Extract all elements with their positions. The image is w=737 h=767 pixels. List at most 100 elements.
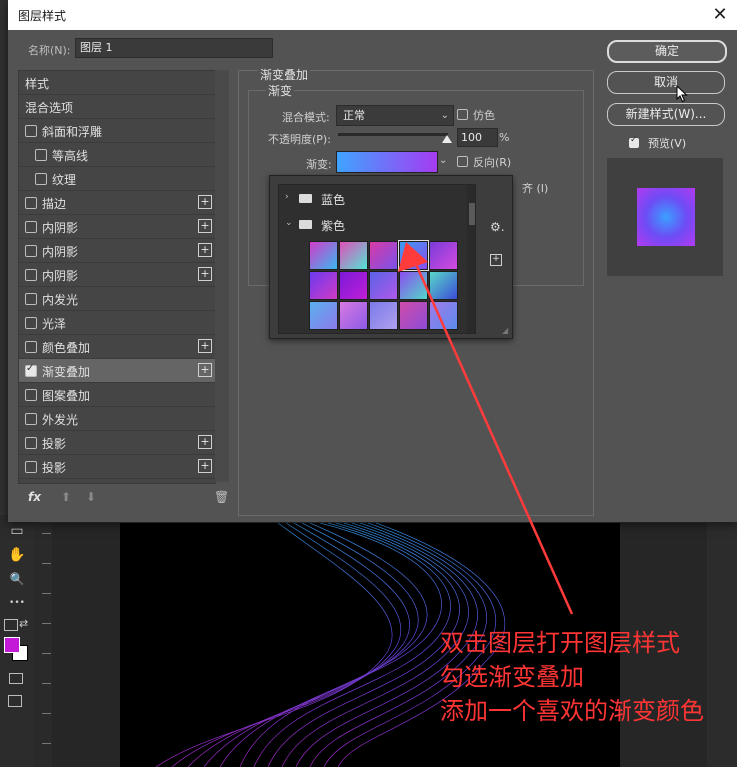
- gradient-preset-swatch[interactable]: [309, 301, 338, 330]
- hand-tool-icon[interactable]: ✋: [6, 545, 28, 565]
- style-list-scrollbar[interactable]: [215, 70, 229, 482]
- move-down-icon[interactable]: ⬇: [86, 490, 96, 504]
- style-list-item[interactable]: 投影 +: [19, 431, 215, 455]
- style-list-item[interactable]: 投影 +: [19, 455, 215, 479]
- style-item-label: 渐变叠加: [42, 365, 91, 379]
- gradient-preset-swatch[interactable]: [309, 241, 338, 270]
- close-icon[interactable]: ✕: [708, 3, 732, 27]
- fx-icon[interactable]: fx: [28, 490, 41, 504]
- style-checkbox[interactable]: [25, 293, 37, 305]
- style-checkbox[interactable]: [25, 125, 37, 137]
- style-checkbox[interactable]: [25, 437, 37, 449]
- new-style-button[interactable]: 新建样式(W)...: [607, 103, 725, 126]
- dialog-title: 图层样式: [18, 9, 67, 23]
- foreground-color-swatch[interactable]: [4, 637, 20, 653]
- picker-scrollbar-thumb[interactable]: [469, 203, 475, 225]
- gradient-preset-swatch[interactable]: [429, 301, 458, 330]
- style-list-item[interactable]: 外发光: [19, 407, 215, 431]
- style-list-item[interactable]: 内阴影 +: [19, 215, 215, 239]
- folder-blue[interactable]: › 蓝色: [279, 187, 461, 211]
- add-preset-icon[interactable]: +: [490, 254, 502, 266]
- more-tools-icon[interactable]: •••: [6, 593, 28, 613]
- style-list-item[interactable]: 等高线: [19, 143, 215, 167]
- style-list-item[interactable]: 光泽: [19, 311, 215, 335]
- dialog-titlebar[interactable]: 图层样式 ✕: [8, 0, 737, 30]
- gradient-preset-swatch[interactable]: [429, 241, 458, 270]
- gradient-preset-swatch[interactable]: [398, 240, 429, 271]
- trash-icon[interactable]: 🗑: [214, 490, 229, 504]
- add-effect-icon[interactable]: +: [198, 267, 212, 281]
- gradient-preset-swatch[interactable]: [399, 271, 428, 300]
- reverse-checkbox[interactable]: [457, 156, 468, 167]
- opacity-slider[interactable]: [338, 133, 448, 136]
- style-list-item[interactable]: 内阴影 +: [19, 263, 215, 287]
- gradient-preset-swatch[interactable]: [369, 301, 398, 330]
- style-checkbox[interactable]: [25, 197, 37, 209]
- default-colors-icon[interactable]: [4, 619, 18, 631]
- style-checkbox[interactable]: [25, 245, 37, 257]
- style-checkbox[interactable]: [25, 269, 37, 281]
- gradient-preset-swatch[interactable]: [339, 241, 368, 270]
- cancel-button[interactable]: 取消: [607, 71, 725, 94]
- quick-mask-icon[interactable]: [9, 673, 23, 684]
- opacity-slider-thumb[interactable]: [442, 135, 452, 143]
- style-list-item[interactable]: 混合选项: [19, 95, 215, 119]
- style-list-item[interactable]: 渐变叠加 +: [19, 359, 215, 383]
- gradient-preset-swatch[interactable]: [429, 271, 458, 300]
- gradient-swatch[interactable]: [336, 151, 438, 173]
- gradient-label: 渐变:: [306, 158, 332, 171]
- screen-mode-icon[interactable]: [8, 695, 22, 707]
- style-checkbox[interactable]: [25, 389, 37, 401]
- folder-purple[interactable]: ⌄ 紫色: [279, 213, 461, 237]
- add-effect-icon[interactable]: +: [198, 363, 212, 377]
- style-list-item[interactable]: 斜面和浮雕: [19, 119, 215, 143]
- style-checkbox[interactable]: [35, 149, 47, 161]
- add-effect-icon[interactable]: +: [198, 435, 212, 449]
- preview-checkbox[interactable]: [629, 135, 639, 148]
- add-effect-icon[interactable]: +: [198, 219, 212, 233]
- style-checkbox[interactable]: [25, 461, 37, 473]
- style-list-item[interactable]: 图案叠加: [19, 383, 215, 407]
- gradient-preset-swatch[interactable]: [339, 301, 368, 330]
- gradient-preset-swatch[interactable]: [399, 301, 428, 330]
- dither-label: 仿色: [473, 109, 495, 122]
- style-list-item[interactable]: 内阴影 +: [19, 239, 215, 263]
- style-item-label: 颜色叠加: [42, 341, 91, 355]
- opacity-input[interactable]: 100: [457, 128, 498, 147]
- style-checkbox[interactable]: [25, 221, 37, 233]
- move-up-icon[interactable]: ⬆: [61, 490, 71, 504]
- add-effect-icon[interactable]: +: [198, 195, 212, 209]
- gradient-preset-swatch[interactable]: [339, 271, 368, 300]
- zoom-tool-icon[interactable]: 🔍: [6, 569, 28, 589]
- chevron-down-icon[interactable]: ⌄: [439, 151, 451, 171]
- style-list-item[interactable]: 颜色叠加 +: [19, 335, 215, 359]
- style-list-item[interactable]: 样式: [19, 71, 215, 95]
- mouse-cursor-icon: [676, 85, 688, 103]
- swap-colors-icon[interactable]: ⇄: [19, 617, 28, 630]
- gear-icon[interactable]: ⚙.: [490, 220, 505, 234]
- dither-checkbox[interactable]: [457, 109, 468, 120]
- blend-mode-select[interactable]: 正常 ⌄: [336, 105, 454, 126]
- style-checkbox[interactable]: [25, 363, 37, 377]
- add-effect-icon[interactable]: +: [198, 339, 212, 353]
- marquee-tool-icon[interactable]: ▭: [6, 521, 28, 541]
- add-effect-icon[interactable]: +: [198, 243, 212, 257]
- style-list-item[interactable]: 内发光: [19, 287, 215, 311]
- style-checkbox[interactable]: [25, 317, 37, 329]
- ok-button[interactable]: 确定: [607, 40, 727, 63]
- style-checkbox[interactable]: [35, 173, 47, 185]
- gradient-preset-swatch[interactable]: [369, 241, 398, 270]
- style-list: 样式 混合选项 斜面和浮雕 等高线 纹理 描边 + 内阴影 + 内阴影 + 内阴影 + 内发光 光泽 颜色叠加…: [18, 70, 216, 484]
- resize-grip-icon[interactable]: ◢: [502, 326, 508, 335]
- style-checkbox[interactable]: [25, 413, 37, 425]
- style-list-item[interactable]: 描边 +: [19, 191, 215, 215]
- name-field[interactable]: 图层 1: [75, 38, 273, 58]
- style-list-item[interactable]: 纹理: [19, 167, 215, 191]
- reverse-label: 反向(R): [473, 156, 512, 169]
- annotation-line-2: 勾选渐变叠加: [440, 663, 584, 691]
- add-effect-icon[interactable]: +: [198, 459, 212, 473]
- style-item-label: 图案叠加: [42, 389, 91, 403]
- gradient-preset-swatch[interactable]: [309, 271, 338, 300]
- style-checkbox[interactable]: [25, 341, 37, 353]
- gradient-preset-swatch[interactable]: [369, 271, 398, 300]
